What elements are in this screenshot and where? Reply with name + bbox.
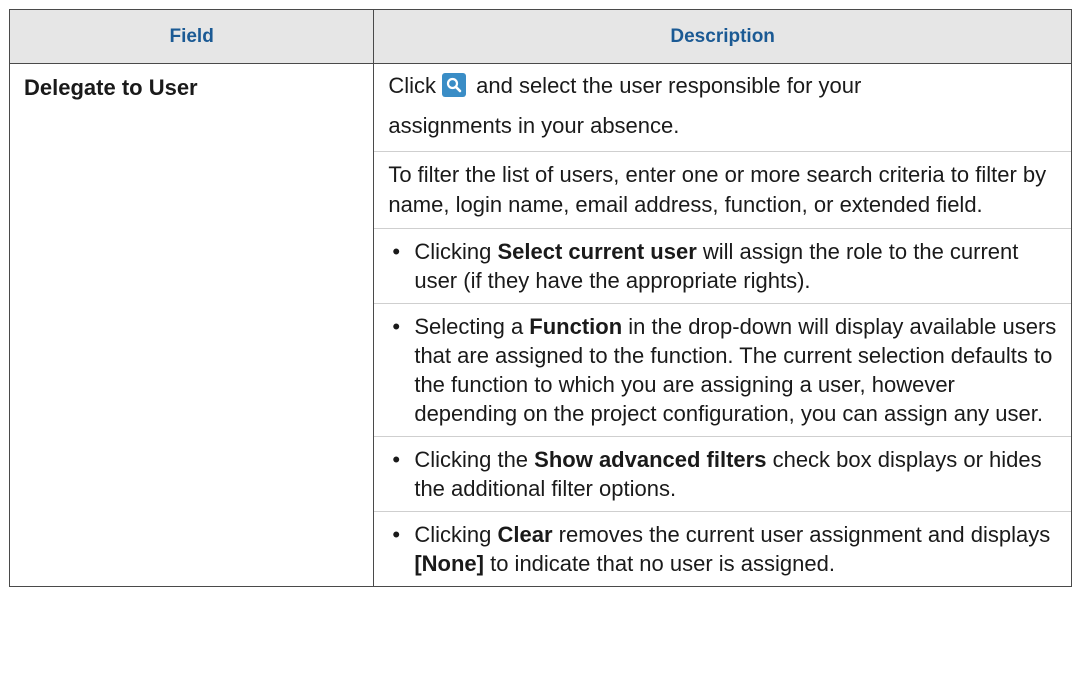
bold-term: Function: [529, 314, 623, 339]
bold-term: Clear: [497, 522, 553, 547]
bullet-text: Clicking Select current user will assign…: [414, 239, 1019, 293]
bullet-text: Clicking Clear removes the current user …: [414, 522, 1051, 576]
table-row: Delegate to User Click and select the us…: [8, 63, 1072, 587]
bold-term: Select current user: [497, 239, 697, 264]
bullet-icon: •: [392, 314, 401, 339]
bullet-text: Clicking the Show advanced filters check…: [414, 447, 1042, 501]
intro-line: Click and select the user responsible fo…: [374, 64, 1071, 101]
intro-continuation: assignments in your absence.: [388, 113, 680, 138]
header-description: Description: [373, 9, 1072, 64]
list-item: • Clicking Select current user will assi…: [374, 228, 1071, 303]
bold-term: Show advanced filters: [534, 447, 767, 472]
field-name: Delegate to User: [8, 63, 375, 587]
list-item: • Clicking Clear removes the current use…: [374, 511, 1071, 586]
description-cell: Click and select the user responsible fo…: [373, 63, 1072, 587]
intro-suffix: and select the user responsible for your: [476, 73, 862, 98]
filter-paragraph: To filter the list of users, enter one o…: [374, 151, 1071, 228]
list-item: • Clicking the Show advanced filters che…: [374, 436, 1071, 511]
search-icon: [442, 73, 466, 97]
bullet-icon: •: [392, 447, 401, 472]
bullet-icon: •: [392, 239, 401, 264]
header-field: Field: [8, 9, 375, 64]
table-header-row: Field Description: [8, 9, 1072, 64]
list-item: • Selecting a Function in the drop-down …: [374, 303, 1071, 436]
bullet-text: Selecting a Function in the drop-down wi…: [414, 314, 1057, 426]
bullet-icon: •: [392, 522, 401, 547]
bold-term: [None]: [414, 551, 484, 576]
intro-prefix: Click: [388, 73, 436, 98]
field-description-table: Field Description Delegate to User Click…: [8, 9, 1072, 587]
